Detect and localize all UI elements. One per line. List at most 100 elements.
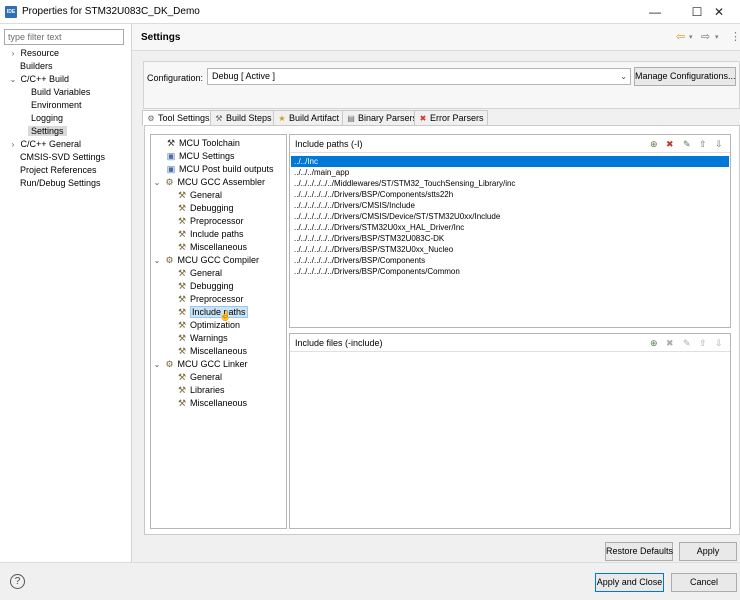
option-category-icon: ⚒ [177,320,187,330]
tree-item-mcu-toolchain[interactable]: ⚒ MCU Toolchain [151,137,286,150]
tree-item-cc-debugging[interactable]: ⚒ Debugging [151,280,286,293]
help-icon[interactable]: ? [10,574,25,589]
gear-icon: ⚙ [165,359,174,369]
add-path-icon[interactable]: ⊕ [650,135,658,153]
tree-item-ld-general[interactable]: ⚒ General [151,371,286,384]
expand-arrow-icon[interactable]: › [8,47,18,60]
tree-item-asm-general[interactable]: ⚒ General [151,189,286,202]
move-down-icon[interactable]: ⇩ [715,135,723,153]
cancel-button[interactable]: Cancel [671,573,737,592]
list-item[interactable]: ../../../../../../Drivers/BSP/STM32U083C… [291,233,729,244]
edit-file-icon[interactable]: ✎ [683,334,691,352]
minimize-button[interactable]: — [634,0,676,24]
nav-item-resource[interactable]: › Resource [8,47,105,60]
tree-item-asm-debugging[interactable]: ⚒ Debugging [151,202,286,215]
list-item[interactable]: ../../../../../../Drivers/BSP/Components [291,255,729,266]
filter-input[interactable] [4,29,124,45]
tab-tool-settings[interactable]: ⚙ Tool Settings [142,110,214,126]
list-item[interactable]: ../../../../../../Drivers/CMSIS/Include [291,200,729,211]
tree-item-mcu-settings[interactable]: ▣ MCU Settings [151,150,286,163]
nav-item-build-variables[interactable]: Build Variables [8,86,105,99]
tab-build-steps[interactable]: ⚒ Build Steps [210,110,276,125]
build-artifact-icon: ★ [278,114,286,123]
nav-item-environment[interactable]: Environment [8,99,105,112]
list-item[interactable]: ../../../../../../Drivers/BSP/STM32U0xx_… [291,244,729,255]
restore-defaults-button[interactable]: Restore Defaults [605,542,673,561]
tree-item-compiler[interactable]: ⌄ ⚙ MCU GCC Compiler [151,254,286,267]
page-title: Settings [141,32,181,43]
tree-item-linker[interactable]: ⌄ ⚙ MCU GCC Linker [151,358,286,371]
forward-dropdown-icon[interactable]: ▾ [715,33,719,41]
tree-item-cc-preprocessor[interactable]: ⚒ Preprocessor [151,293,286,306]
tab-binary-parsers[interactable]: ▤ Binary Parsers [342,110,422,125]
tab-error-parsers[interactable]: ✖ Error Parsers [414,110,488,125]
manage-configurations-button[interactable]: Manage Configurations... [634,67,736,86]
tree-item-cc-general[interactable]: ⚒ General [151,267,286,280]
move-up-icon[interactable]: ⇧ [699,135,707,153]
tool-settings-icon: ⚙ [147,114,155,123]
edit-path-icon[interactable]: ✎ [683,135,691,153]
tree-item-mcu-post-build[interactable]: ▣ MCU Post build outputs [151,163,286,176]
back-dropdown-icon[interactable]: ▾ [689,33,693,41]
option-category-icon: ⚒ [177,294,187,304]
nav-item-cpp-general[interactable]: › C/C++ General [8,138,105,151]
tool-settings-tree: ⚒ MCU Toolchain ▣ MCU Settings ▣ MCU Post b… [150,134,287,529]
tab-build-artifact[interactable]: ★ Build Artifact [273,110,344,125]
apply-and-close-button[interactable]: Apply and Close [595,573,664,592]
option-category-icon: ⚒ [177,281,187,291]
close-button[interactable]: ✕ [698,0,740,24]
collapse-arrow-icon[interactable]: ⌄ [153,254,161,267]
option-category-icon: ⚒ [177,203,187,213]
include-paths-list: ../../Inc ../../../main_app ../../../../… [290,153,730,277]
tree-item-asm-preprocessor[interactable]: ⚒ Preprocessor [151,215,286,228]
chevron-down-icon: ⌄ [620,72,627,81]
tree-item-ld-miscellaneous[interactable]: ⚒ Miscellaneous [151,397,286,410]
configuration-select[interactable]: Debug [ Active ] ⌄ [207,68,631,85]
configuration-label: Configuration: [147,73,204,83]
gear-icon: ⚙ [165,177,174,187]
delete-path-icon[interactable]: ✖ [666,135,674,153]
tree-item-assembler[interactable]: ⌄ ⚙ MCU GCC Assembler [151,176,286,189]
move-up-icon[interactable]: ⇧ [699,334,707,352]
expand-arrow-icon[interactable]: › [8,138,18,151]
option-category-icon: ⚒ [177,268,187,278]
collapse-arrow-icon[interactable]: ⌄ [8,73,18,86]
tree-item-cc-miscellaneous[interactable]: ⚒ Miscellaneous [151,345,286,358]
delete-file-icon[interactable]: ✖ [666,334,674,352]
list-item[interactable]: ../../Inc [291,156,729,167]
include-files-panel: Include files (-include) ⊕ ✖ ✎ ⇧ ⇩ [289,333,731,529]
tree-item-asm-include-paths[interactable]: ⚒ Include paths [151,228,286,241]
back-arrow-icon[interactable]: ⇦ [676,30,685,43]
include-files-header: Include files (-include) ⊕ ✖ ✎ ⇧ ⇩ [290,334,730,352]
collapse-arrow-icon[interactable]: ⌄ [153,176,161,189]
list-item[interactable]: ../../../../../../Drivers/BSP/Components… [291,189,729,200]
nav-item-logging[interactable]: Logging [8,112,105,125]
option-category-icon: ⚒ [177,229,187,239]
app-icon: IDE [5,6,17,18]
apply-button[interactable]: Apply [679,542,737,561]
list-item[interactable]: ../../../../../../Drivers/STM32U0xx_HAL_… [291,222,729,233]
mcu-settings-icon: ▣ [166,151,176,161]
nav-item-builders[interactable]: Builders [8,60,105,73]
include-paths-panel: Include paths (-I) ⊕ ✖ ✎ ⇧ ⇩ ../../Inc .… [289,134,731,328]
forward-arrow-icon[interactable]: ⇨ [701,30,710,43]
list-item[interactable]: ../../../../../../Drivers/BSP/Components… [291,266,729,277]
tree-item-asm-miscellaneous[interactable]: ⚒ Miscellaneous [151,241,286,254]
option-category-icon: ⚒ [177,398,187,408]
nav-item-cpp-build[interactable]: ⌄ C/C++ Build [8,73,105,86]
add-file-icon[interactable]: ⊕ [650,334,658,352]
list-item[interactable]: ../../../main_app [291,167,729,178]
option-category-icon: ⚒ [177,333,187,343]
tree-item-cc-warnings[interactable]: ⚒ Warnings [151,332,286,345]
option-category-icon: ⚒ [177,372,187,382]
nav-item-project-references[interactable]: Project References [8,164,105,177]
collapse-arrow-icon[interactable]: ⌄ [153,358,161,371]
nav-item-cmsis-svd[interactable]: CMSIS-SVD Settings [8,151,105,164]
nav-item-run-debug[interactable]: Run/Debug Settings [8,177,105,190]
view-menu-icon[interactable]: ⋮ [730,30,740,43]
list-item[interactable]: ../../../../../../Drivers/CMSIS/Device/S… [291,211,729,222]
move-down-icon[interactable]: ⇩ [715,334,723,352]
list-item[interactable]: ../../../../../../Middlewares/ST/STM32_T… [291,178,729,189]
nav-item-settings[interactable]: Settings [8,125,105,138]
tree-item-ld-libraries[interactable]: ⚒ Libraries [151,384,286,397]
